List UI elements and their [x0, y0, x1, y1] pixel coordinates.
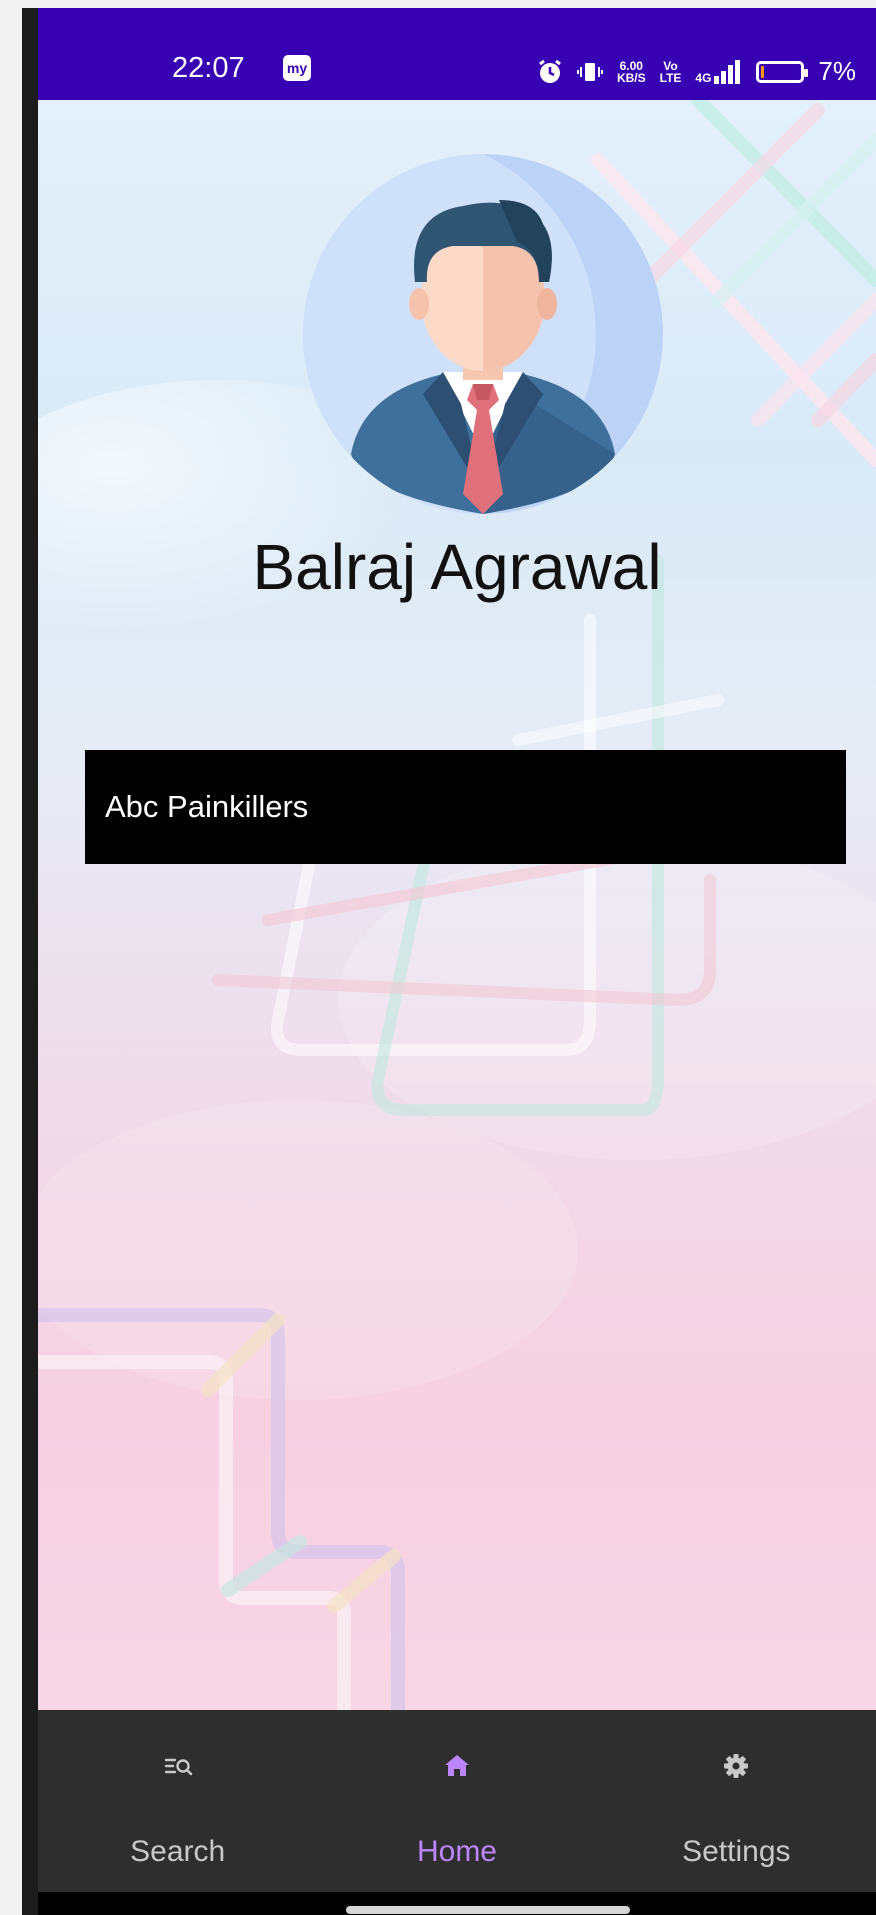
nav-label-search: Search	[130, 1835, 226, 1868]
battery-icon	[756, 60, 809, 83]
home-gesture-handle[interactable]	[346, 1906, 630, 1914]
status-indicators: 6.00 KB/S Vo LTE 4G 7%	[537, 56, 856, 87]
network-speed-unit: KB/S	[616, 70, 646, 85]
status-time: 22:07	[172, 52, 245, 84]
signal-indicator: 4G	[695, 59, 742, 85]
nav-tab-home[interactable]: Home	[317, 1710, 596, 1892]
vibrate-icon	[576, 62, 603, 81]
businessman-avatar-icon	[303, 154, 663, 514]
phone-screen: 22:07 my 6.00 KB/S Vo LTE 4G 7% Balraj A…	[22, 8, 876, 1915]
home-icon	[444, 1755, 469, 1776]
nav-label-home: Home	[416, 1835, 497, 1868]
nav-label-settings: Settings	[682, 1835, 791, 1868]
alarm-icon	[539, 59, 561, 83]
app-notification-icon: my	[283, 55, 311, 81]
gesture-navigation-bar	[38, 1892, 876, 1915]
signal-type: 4G	[695, 70, 712, 85]
network-speed-value: 6.00	[619, 58, 643, 73]
profile-avatar	[303, 154, 663, 514]
signal-bars-icon	[714, 59, 741, 84]
gear-icon	[724, 1754, 749, 1778]
network-speed: 6.00 KB/S	[617, 60, 646, 84]
volte-indicator: Vo LTE	[660, 60, 682, 84]
list-item-label: Abc Painkillers	[105, 789, 309, 824]
home-content: Balraj Agrawal Abc Painkillers	[38, 100, 876, 1710]
bottom-navigation: Search Home Settings	[38, 1710, 876, 1892]
volte-top: Vo	[663, 58, 678, 73]
nav-tab-search[interactable]: Search	[38, 1710, 317, 1892]
user-name: Balraj Agrawal	[252, 531, 662, 603]
status-bar: 22:07 my 6.00 KB/S Vo LTE 4G 7%	[38, 8, 876, 100]
battery-fill	[761, 65, 765, 78]
device-frame-edge	[22, 8, 38, 1915]
battery-percent: 7%	[818, 56, 856, 86]
search-list-icon	[164, 1758, 192, 1776]
volte-bottom: LTE	[659, 70, 682, 85]
nav-tab-settings[interactable]: Settings	[597, 1710, 876, 1892]
list-item[interactable]: Abc Painkillers	[85, 750, 846, 864]
